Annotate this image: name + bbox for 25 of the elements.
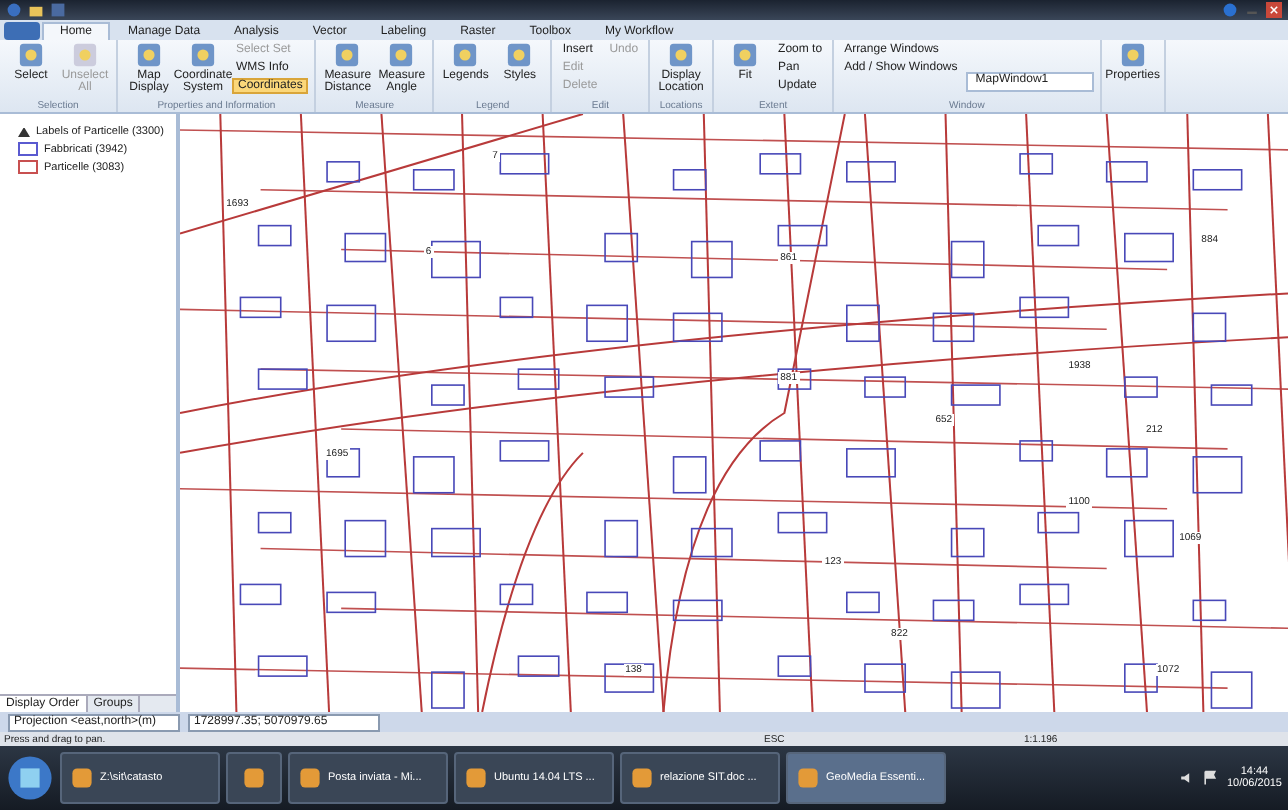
tool-icon [732,42,759,68]
tool-icon [72,42,98,68]
tool-icon [452,42,479,68]
tool-icon [136,42,162,68]
start-button-icon[interactable] [6,754,54,802]
app-logo-icon[interactable] [6,2,22,18]
tool-icon [506,42,533,68]
flag-icon[interactable] [1202,770,1219,786]
tool-icon [334,42,361,68]
app-icon [630,766,654,790]
tool-icon [1119,42,1146,68]
app-icon [796,766,820,790]
label-layer-icon [18,127,30,137]
app-icon [70,766,94,790]
speaker-icon[interactable] [1178,770,1195,786]
app-icon [298,766,322,790]
taskbar-button[interactable] [226,752,282,804]
app-icon [464,766,488,790]
tool-icon [388,42,415,68]
tool-icon [190,42,216,68]
close-icon[interactable] [1266,2,1282,18]
app-icon [242,766,266,790]
tool-icon [668,42,695,68]
folder-icon[interactable] [28,2,44,18]
tool-icon [18,42,44,68]
